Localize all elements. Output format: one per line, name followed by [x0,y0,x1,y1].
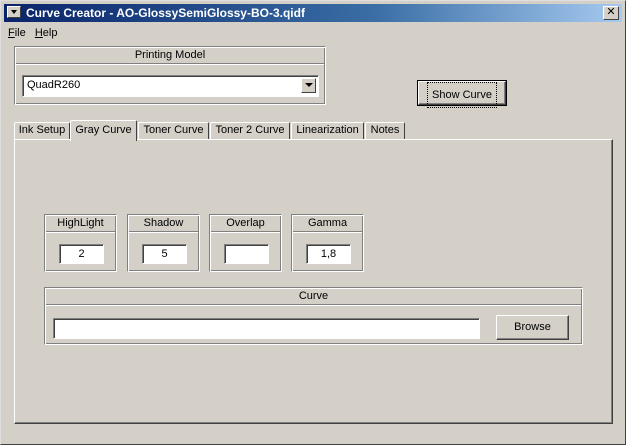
tab-ink-setup[interactable]: Ink Setup [14,122,70,140]
overlap-label: Overlap [211,216,280,232]
shadow-input[interactable] [142,244,187,264]
shadow-group: Shadow [127,214,200,272]
menu-file[interactable]: File [8,26,26,40]
close-icon: ✕ [606,6,616,18]
chevron-down-icon [305,83,313,87]
gamma-group: Gamma [291,214,364,272]
browse-label: Browse [514,321,551,333]
overlap-group: Overlap [209,214,282,272]
overlap-input[interactable] [224,244,269,264]
printing-model-header: Printing Model [16,48,324,64]
shadow-label: Shadow [129,216,198,232]
app-window: Curve Creator - AO-GlossySemiGlossy-BO-3… [0,0,626,445]
printing-model-select[interactable]: QuadR260 [22,75,319,97]
gray-curve-panel: HighLight Shadow Overlap Gamma Curve Bro… [14,139,613,424]
curve-path-input[interactable] [53,318,480,339]
curve-group: Curve Browse [44,287,583,345]
window-title: Curve Creator - AO-GlossySemiGlossy-BO-3… [26,6,305,20]
show-curve-button[interactable]: Show Curve [417,80,507,108]
highlight-input[interactable] [59,244,104,264]
gamma-label: Gamma [293,216,362,232]
show-curve-label: Show Curve [427,82,497,108]
browse-button[interactable]: Browse [496,315,569,340]
printing-model-group: Printing Model QuadR260 [14,46,326,105]
gamma-input[interactable] [306,244,351,264]
title-bar[interactable]: Curve Creator - AO-GlossySemiGlossy-BO-3… [4,4,622,22]
system-menu-icon[interactable] [7,6,21,18]
highlight-label: HighLight [46,216,115,232]
tab-linearization[interactable]: Linearization [291,122,364,140]
printing-model-value: QuadR260 [27,79,81,91]
highlight-group: HighLight [44,214,117,272]
tab-notes[interactable]: Notes [365,122,405,140]
tab-gray-curve[interactable]: Gray Curve [70,120,137,141]
close-button[interactable]: ✕ [603,6,619,20]
dropdown-button[interactable] [301,78,316,93]
tab-toner-2-curve[interactable]: Toner 2 Curve [210,122,290,140]
menu-bar: File Help [8,26,63,42]
tab-toner-curve[interactable]: Toner Curve [138,122,209,140]
curve-label: Curve [46,289,581,305]
menu-help[interactable]: Help [35,26,58,40]
